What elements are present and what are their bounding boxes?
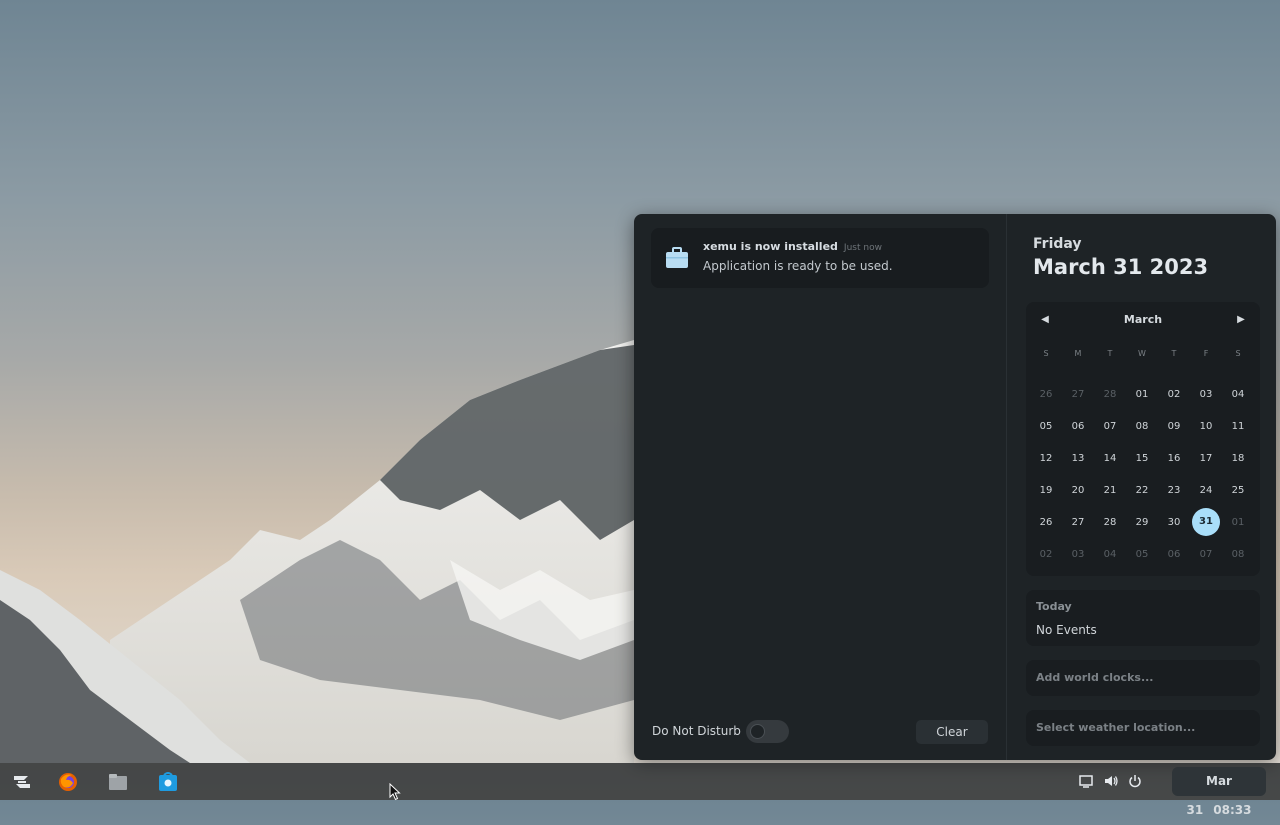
events-heading: Today [1036, 600, 1072, 613]
calendar-day[interactable]: 02 [1030, 549, 1062, 560]
calendar-week-row: 05 06 07 08 09 10 11 [1030, 410, 1256, 442]
weekday-label: F [1203, 349, 1209, 358]
calendar-day[interactable]: 16 [1158, 453, 1190, 464]
clock-time: 08:33 [1213, 803, 1252, 817]
calendar-day[interactable]: 07 [1094, 421, 1126, 432]
next-month-icon[interactable]: ▶ [1233, 312, 1249, 328]
world-clocks-button[interactable]: Add world clocks... [1026, 660, 1260, 696]
calendar-day[interactable]: 25 [1222, 485, 1254, 496]
calendar-day[interactable]: 22 [1126, 485, 1158, 496]
briefcase-icon [666, 247, 688, 268]
zorin-menu-icon[interactable] [11, 771, 33, 793]
weekday-label: T [1107, 349, 1113, 358]
weekday-label: S [1235, 349, 1241, 358]
calendar-day[interactable]: 24 [1190, 485, 1222, 496]
calendar-day[interactable]: 09 [1158, 421, 1190, 432]
calendar-day[interactable]: 07 [1190, 549, 1222, 560]
calendar: ◀ March ▶ S M T W T F S 26 27 28 01 02 03 04 05 06 07 08 0… [1026, 302, 1260, 576]
calendar-day[interactable]: 05 [1030, 421, 1062, 432]
power-icon[interactable] [1127, 773, 1143, 789]
volume-icon[interactable] [1103, 773, 1119, 789]
calendar-day[interactable]: 19 [1030, 485, 1062, 496]
events-section: Today No Events [1026, 590, 1260, 646]
notification-card[interactable]: xemu is now installed Just now Applicatio… [651, 228, 989, 288]
do-not-disturb-label: Do Not Disturb [652, 724, 741, 738]
calendar-week-row: 12 13 14 15 16 17 18 [1030, 442, 1256, 474]
calendar-day[interactable]: 03 [1062, 549, 1094, 560]
world-clocks-label: Add world clocks... [1036, 671, 1154, 684]
calendar-day[interactable]: 12 [1030, 453, 1062, 464]
calendar-day[interactable]: 02 [1158, 389, 1190, 400]
files-icon[interactable] [107, 771, 129, 793]
calendar-week-row: 26 27 28 29 30 31 01 [1030, 506, 1256, 538]
calendar-day[interactable]: 30 [1158, 517, 1190, 528]
calendar-week-row: 26 27 28 01 02 03 04 [1030, 378, 1256, 410]
weekday-label: W [1138, 349, 1146, 358]
notification-center-panel: xemu is now installed Just now Applicatio… [634, 214, 1276, 760]
calendar-full-date[interactable]: March 31 2023 [1033, 255, 1208, 279]
events-empty-text: No Events [1036, 623, 1097, 637]
firefox-icon[interactable] [57, 771, 79, 793]
calendar-day[interactable]: 11 [1222, 421, 1254, 432]
calendar-day[interactable]: 23 [1158, 485, 1190, 496]
weekday-header-row: SMTWTFS [1030, 346, 1256, 361]
do-not-disturb-toggle[interactable] [746, 720, 789, 743]
calendar-week-row: 02 03 04 05 06 07 08 [1030, 538, 1256, 570]
calendar-day[interactable]: 28 [1094, 517, 1126, 528]
calendar-day[interactable]: 01 [1126, 389, 1158, 400]
calendar-day[interactable]: 17 [1190, 453, 1222, 464]
calendar-day[interactable]: 26 [1030, 517, 1062, 528]
calendar-week-row: 19 20 21 22 23 24 25 [1030, 474, 1256, 506]
calendar-day[interactable]: 06 [1062, 421, 1094, 432]
calendar-day[interactable]: 31 [1190, 508, 1222, 536]
calendar-day[interactable]: 27 [1062, 517, 1094, 528]
weekday-label: S [1043, 349, 1049, 358]
notification-title: xemu is now installed Just now [703, 240, 882, 253]
notification-time: Just now [843, 243, 882, 253]
calendar-day[interactable]: 27 [1062, 389, 1094, 400]
notification-body: Application is ready to be used. [703, 259, 893, 273]
calendar-day[interactable]: 08 [1222, 549, 1254, 560]
calendar-day[interactable]: 05 [1126, 549, 1158, 560]
mouse-cursor-icon [389, 783, 401, 801]
calendar-day[interactable]: 29 [1126, 517, 1158, 528]
calendar-day[interactable]: 18 [1222, 453, 1254, 464]
calendar-day[interactable]: 01 [1222, 517, 1254, 528]
calendar-day[interactable]: 28 [1094, 389, 1126, 400]
calendar-day[interactable]: 08 [1126, 421, 1158, 432]
calendar-day[interactable]: 03 [1190, 389, 1222, 400]
weather-location-label: Select weather location... [1036, 721, 1196, 734]
calendar-day[interactable]: 21 [1094, 485, 1126, 496]
weekday-label: M [1074, 349, 1082, 358]
software-store-icon[interactable] [157, 771, 179, 793]
calendar-grid: S M T W T F S 26 27 28 01 02 03 04 05 06 07 08 09 10 11 12 13 1… [1030, 346, 1256, 570]
toggle-knob [750, 724, 765, 739]
calendar-month: March [1123, 313, 1163, 326]
calendar-day[interactable]: 13 [1062, 453, 1094, 464]
screen-icon[interactable] [1078, 773, 1094, 789]
calendar-day[interactable]: 26 [1030, 389, 1062, 400]
calendar-day[interactable]: 15 [1126, 453, 1158, 464]
calendar-day[interactable]: 10 [1190, 421, 1222, 432]
weekday-label: T [1171, 349, 1177, 358]
calendar-day[interactable]: 04 [1094, 549, 1126, 560]
taskbar: Mar 31 08:33 [0, 763, 1280, 817]
clear-notifications-button[interactable]: Clear [916, 720, 988, 744]
calendar-day[interactable]: 20 [1062, 485, 1094, 496]
calendar-day[interactable]: 06 [1158, 549, 1190, 560]
calendar-weekday: Friday [1033, 236, 1082, 252]
weather-location-button[interactable]: Select weather location... [1026, 710, 1260, 746]
calendar-day[interactable]: 04 [1222, 389, 1254, 400]
calendar-day[interactable]: 14 [1094, 453, 1126, 464]
taskbar-clock[interactable]: Mar 31 08:33 [1172, 767, 1266, 817]
panel-divider [1006, 214, 1007, 760]
